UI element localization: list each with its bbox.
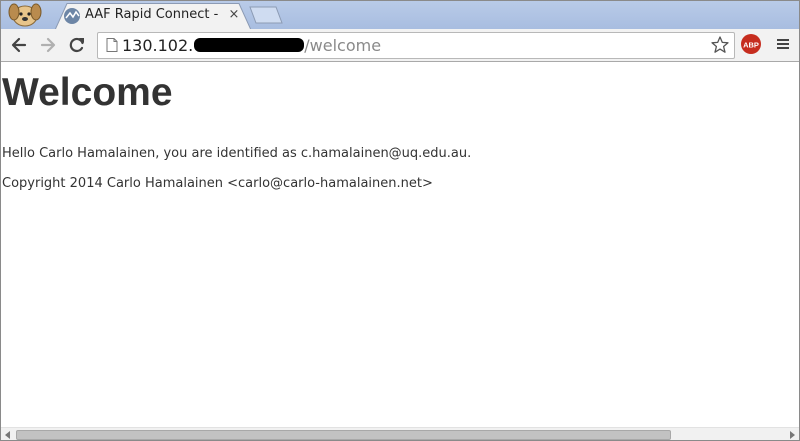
- tab-strip: AAF Rapid Connect - R ×: [1, 1, 799, 30]
- new-tab-button[interactable]: [249, 6, 283, 24]
- tab-close-icon[interactable]: ×: [226, 7, 242, 23]
- tab-title: AAF Rapid Connect - R: [85, 7, 221, 22]
- reload-icon[interactable]: [67, 35, 87, 55]
- address-bar[interactable]: 130.102. /welcome: [97, 32, 735, 59]
- forward-arrow-icon[interactable]: [38, 35, 58, 55]
- abp-label: ABP: [743, 41, 759, 50]
- copyright-text: Copyright 2014 Carlo Hamalainen <carlo@c…: [2, 176, 433, 191]
- dog-avatar-icon[interactable]: [7, 2, 43, 28]
- scroll-right-arrow-icon[interactable]: [787, 430, 797, 440]
- page-icon: [106, 38, 118, 52]
- scrollbar-thumb[interactable]: [16, 430, 671, 440]
- horizontal-scrollbar[interactable]: [1, 427, 799, 440]
- adblock-plus-icon[interactable]: ABP: [741, 34, 761, 54]
- url-redaction: [194, 38, 305, 52]
- url-host: 130.102.: [122, 36, 194, 55]
- hamburger-menu-icon[interactable]: [776, 37, 790, 51]
- scroll-left-arrow-icon[interactable]: [3, 430, 13, 440]
- page-heading: Welcome: [2, 71, 173, 114]
- greeting-text: Hello Carlo Hamalainen, you are identifi…: [2, 146, 472, 161]
- aaf-favicon-icon: [64, 8, 80, 24]
- url-text[interactable]: 130.102. /welcome: [122, 35, 381, 56]
- page-content: Welcome Hello Carlo Hamalainen, you are …: [1, 62, 799, 427]
- browser-toolbar: 130.102. /welcome ABP: [1, 29, 799, 62]
- browser-window: AAF Rapid Connect - R × 130.102. /welcome: [0, 0, 800, 441]
- url-path: /welcome: [304, 36, 382, 55]
- star-icon[interactable]: [710, 35, 730, 55]
- back-arrow-icon[interactable]: [9, 35, 29, 55]
